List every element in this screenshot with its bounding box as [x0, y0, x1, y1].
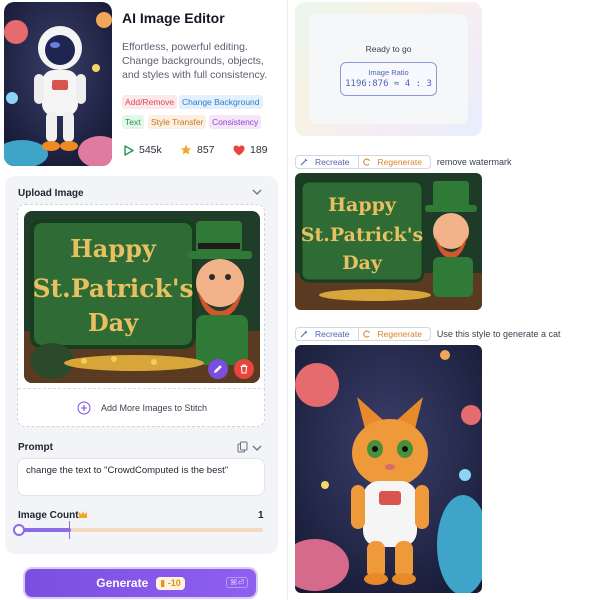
- credit-cost: -10: [167, 577, 181, 588]
- preview-text-line3: Day: [88, 308, 139, 337]
- column-divider: [287, 0, 288, 600]
- tool-card[interactable]: AI Image Editor Effortless, powerful edi…: [0, 0, 278, 168]
- stars-stat[interactable]: 857: [180, 144, 215, 156]
- tool-description: Effortless, powerful editing. Change bac…: [122, 41, 268, 81]
- ready-placeholder-card: Ready to go Image Ratio 1196:876 ≈ 4 : 3: [295, 2, 482, 136]
- preview-text-line1: Happy: [70, 234, 157, 263]
- preview-text-line2: St.Patrick's: [32, 274, 193, 303]
- history-row-2: Recreate Regenerate Use this style to ge…: [295, 327, 561, 341]
- upload-image-label: Upload Image: [18, 188, 84, 199]
- generate-button[interactable]: Generate ▮ -10 ⌘⏎: [25, 569, 256, 597]
- delete-image-button[interactable]: [234, 359, 254, 379]
- tool-thumbnail: [4, 2, 112, 166]
- history-row-1: Recreate Regenerate remove watermark: [295, 155, 511, 169]
- slider-handle[interactable]: [13, 524, 25, 536]
- recreate-button[interactable]: Recreate: [296, 156, 359, 168]
- plays-count: 545k: [139, 144, 162, 156]
- likes-count: 189: [250, 144, 268, 156]
- likes-stat[interactable]: 189: [233, 144, 268, 156]
- magic-wand-icon: [300, 330, 308, 338]
- tool-title: AI Image Editor: [122, 10, 225, 26]
- magic-wand-icon: [300, 158, 308, 166]
- tag-add-remove[interactable]: Add/Remove: [122, 95, 178, 109]
- crown-icon: [79, 511, 87, 518]
- ready-status: Ready to go: [365, 44, 412, 54]
- action-buttons: Recreate Regenerate: [295, 327, 431, 341]
- action-buttons: Recreate Regenerate: [295, 155, 431, 169]
- plus-circle-icon: [77, 401, 91, 414]
- add-more-images-label: Add More Images to Stitch: [100, 402, 208, 413]
- tag-text[interactable]: Text: [122, 115, 144, 129]
- history-prompt: Use this style to generate a cat: [436, 329, 561, 339]
- keyboard-shortcut: ⌘⏎: [225, 577, 248, 588]
- credit-badge: ▮ -10: [156, 576, 185, 590]
- regenerate-label: Regenerate: [377, 157, 422, 167]
- slider-marker: [69, 521, 70, 539]
- generate-label: Generate: [96, 576, 149, 590]
- credit-icon: ▮: [160, 577, 166, 588]
- refresh-icon: [362, 330, 370, 338]
- tag-style-transfer[interactable]: Style Transfer: [148, 115, 207, 129]
- star-icon: [180, 144, 192, 155]
- ratio-value: 1196:876 ≈ 4 : 3: [345, 79, 432, 89]
- image-ratio-box: Image Ratio 1196:876 ≈ 4 : 3: [340, 62, 437, 96]
- prompt-label: Prompt: [18, 442, 53, 453]
- tag-change-background[interactable]: Change Background: [179, 95, 263, 109]
- edit-image-button[interactable]: [208, 359, 228, 379]
- stars-count: 857: [197, 144, 215, 156]
- image-count-label: Image Count: [18, 510, 79, 521]
- uploaded-image-preview: Happy St.Patrick's Day: [24, 211, 260, 383]
- play-icon: [124, 144, 134, 156]
- recreate-label: Recreate: [315, 157, 350, 167]
- image-count-value: 1: [258, 510, 264, 521]
- upload-dropzone[interactable]: Happy St.Patrick's Day Add More Images t…: [17, 204, 266, 427]
- trash-icon: [240, 364, 248, 374]
- result-text-line1: Happy: [328, 194, 397, 216]
- result-image-2[interactable]: [295, 345, 482, 593]
- recreate-label: Recreate: [315, 329, 350, 339]
- heart-icon: [233, 145, 245, 155]
- pencil-icon: [214, 365, 222, 373]
- image-count-slider[interactable]: [19, 528, 263, 532]
- result-text-line3: Day: [342, 252, 383, 274]
- edit-panel: Upload Image Happy St.Patrick's Day Add …: [5, 176, 278, 554]
- tag-consistency[interactable]: Consistency: [209, 115, 262, 129]
- regenerate-label: Regenerate: [377, 329, 422, 339]
- refresh-icon: [362, 158, 370, 166]
- add-more-images-button[interactable]: Add More Images to Stitch: [18, 388, 266, 426]
- result-text-line2: St.Patrick's: [301, 224, 423, 246]
- copy-icon[interactable]: [237, 441, 248, 453]
- recreate-button[interactable]: Recreate: [296, 328, 359, 340]
- history-prompt: remove watermark: [436, 157, 512, 167]
- slider-fill: [19, 528, 71, 532]
- ratio-label: Image Ratio: [368, 68, 409, 77]
- chevron-down-icon[interactable]: [252, 188, 262, 196]
- regenerate-button[interactable]: Regenerate: [359, 156, 430, 168]
- regenerate-button[interactable]: Regenerate: [359, 328, 430, 340]
- chevron-down-icon[interactable]: [252, 444, 262, 452]
- plays-stat: 545k: [123, 144, 162, 156]
- result-image-1[interactable]: Happy St.Patrick's Day: [295, 173, 482, 310]
- prompt-input[interactable]: change the text to "CrowdComputed is the…: [17, 458, 265, 496]
